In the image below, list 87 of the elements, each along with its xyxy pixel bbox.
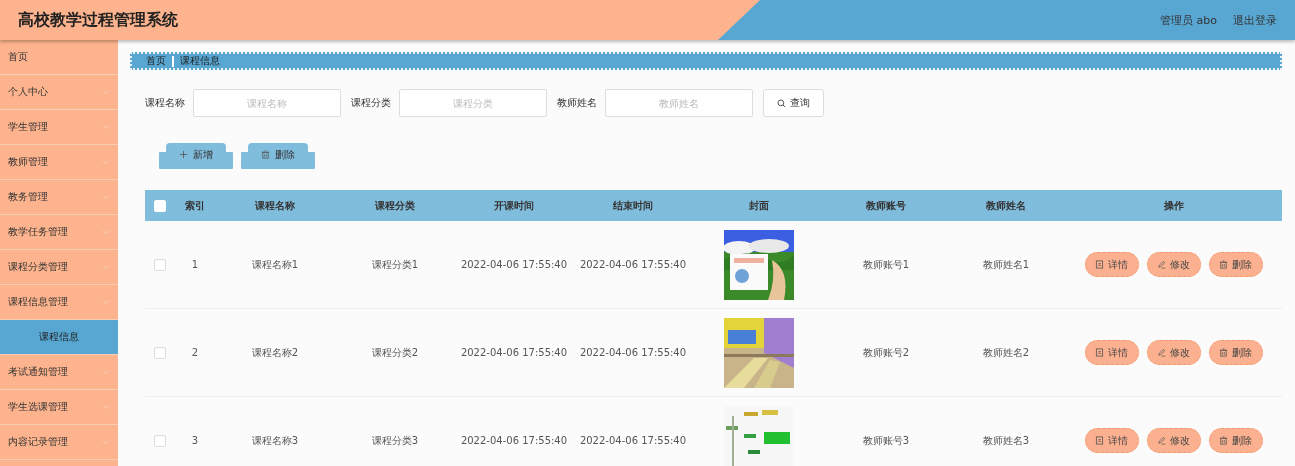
table-cell: 课程名称1 [251,257,299,272]
logout-link[interactable]: 退出登录 [1233,12,1277,28]
column-header: 开课时间 [494,198,534,213]
table-cell: 课程分类1 [371,257,419,272]
sidebar-item[interactable]: 学生管理 [0,110,118,145]
table-cell: 2022-04-06 17:55:40 [460,435,568,446]
sidebar-item[interactable]: 内容记录管理 [0,425,118,460]
column-header: 课程分类 [375,198,415,213]
sidebar-item[interactable]: 首页 [0,40,118,75]
chevron-icon [102,299,110,305]
chevron-icon [102,159,110,165]
trash-icon [261,150,270,159]
pencil-icon [1157,260,1166,269]
table-cell: 2022-04-06 17:55:40 [460,347,568,358]
column-header: 封面 [749,198,769,213]
document-icon [1095,348,1104,357]
search-icon [777,98,786,108]
delete-button[interactable]: 删除 [1208,428,1263,453]
edit-button[interactable]: 修改 [1146,252,1201,277]
chevron-icon [102,124,110,130]
table-cell: 2022-04-06 17:55:40 [579,259,687,270]
select-all-checkbox[interactable] [154,199,166,212]
chevron-icon [102,439,110,445]
detail-button[interactable]: 详情 [1084,252,1139,277]
table-cell: 2 [191,347,199,358]
field-label: 课程名称 [145,96,185,110]
sidebar-item[interactable]: 教务管理 [0,180,118,215]
edit-button[interactable]: 修改 [1146,428,1201,453]
trash-icon [1219,348,1228,357]
table-cell: 课程名称3 [251,433,299,448]
sidebar-item[interactable]: 考试通知管理 [0,355,118,390]
column-header: 课程名称 [255,198,295,213]
column-header: 结束时间 [613,198,653,213]
table-cell: 课程分类3 [371,433,419,448]
table-cell: 1 [191,259,199,270]
search-field[interactable]: 教师姓名 [605,89,753,117]
edit-button[interactable]: 修改 [1146,340,1201,365]
table-cell: 教师账号2 [862,345,910,360]
column-header: 教师账号 [866,198,906,213]
breadcrumb-link[interactable]: 课程信息 [180,54,220,68]
row-checkbox[interactable] [154,346,166,359]
search-field[interactable]: 课程名称 [193,89,341,117]
sidebar-item[interactable]: 个人中心 [0,75,118,110]
table-cell: 课程名称2 [251,345,299,360]
sidebar-item[interactable]: 学生选课管理 [0,390,118,425]
row-checkbox[interactable] [154,258,166,271]
column-header: 索引 [185,198,205,213]
chevron-icon [102,404,110,410]
document-icon [1095,436,1104,445]
pencil-icon [1157,348,1166,357]
table-cell: 2022-04-06 17:55:40 [460,259,568,270]
table-cell: 课程分类2 [371,345,419,360]
chevron-icon [102,229,110,235]
trash-icon [1219,260,1228,269]
table-cell: 教师姓名1 [982,257,1030,272]
table-cell: 3 [191,435,199,446]
field-label: 课程分类 [351,96,391,110]
chevron-icon [102,194,110,200]
table-cell: 2022-04-06 17:55:40 [579,347,687,358]
detail-button[interactable]: 详情 [1084,428,1139,453]
column-header: 教师姓名 [986,198,1026,213]
pencil-icon [1157,436,1166,445]
delete-button[interactable]: 删除 [1208,252,1263,277]
document-icon [1095,260,1104,269]
detail-button[interactable]: 详情 [1084,340,1139,365]
table-cell: 教师账号3 [862,433,910,448]
sidebar-subitem[interactable]: 课程信息 [0,320,118,355]
column-header: 操作 [1163,198,1184,213]
table-cell: 2022-04-06 17:55:40 [579,435,687,446]
table-cell: 教师账号1 [862,257,910,272]
table-cell: 教师姓名2 [982,345,1030,360]
search-button[interactable]: 查询 [763,89,824,117]
chevron-icon [102,89,110,95]
chevron-icon [102,369,110,375]
breadcrumb-link[interactable]: 首页 [146,54,166,68]
sidebar-item[interactable]: 教学任务管理 [0,215,118,250]
user-label: 管理员 abo [1160,12,1217,28]
sidebar-item[interactable]: 教师管理 [0,145,118,180]
table-cell: 教师姓名3 [982,433,1030,448]
delete-button[interactable]: 删除 [1208,340,1263,365]
chevron-icon [102,264,110,270]
trash-icon [1219,436,1228,445]
plus-icon [179,150,188,159]
row-checkbox[interactable] [154,434,166,447]
field-label: 教师姓名 [557,96,597,110]
sidebar-item[interactable]: 课程分类管理 [0,250,118,285]
app-title: 高校教学过程管理系统 [18,9,178,31]
